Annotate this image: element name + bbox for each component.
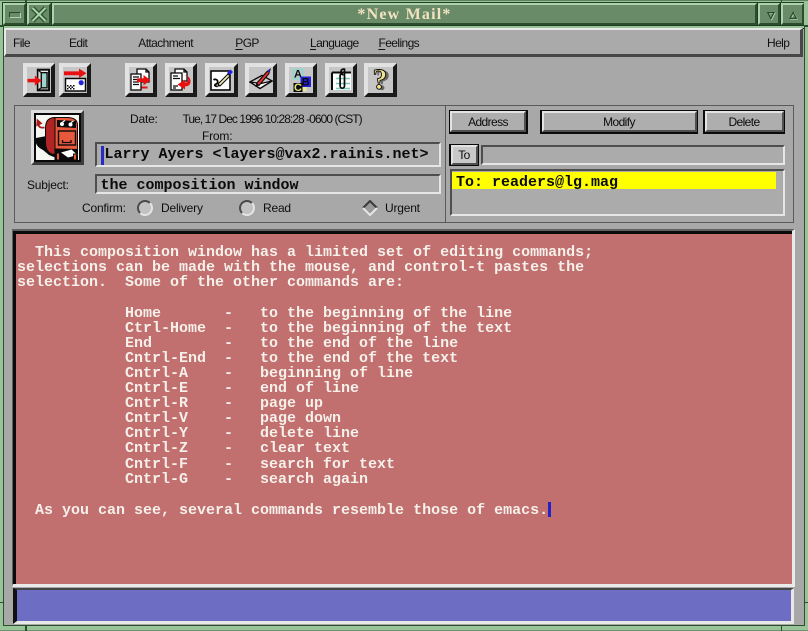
- svg-text:C: C: [294, 82, 302, 93]
- svg-text:?: ?: [373, 67, 388, 93]
- svg-text:B: B: [302, 77, 310, 89]
